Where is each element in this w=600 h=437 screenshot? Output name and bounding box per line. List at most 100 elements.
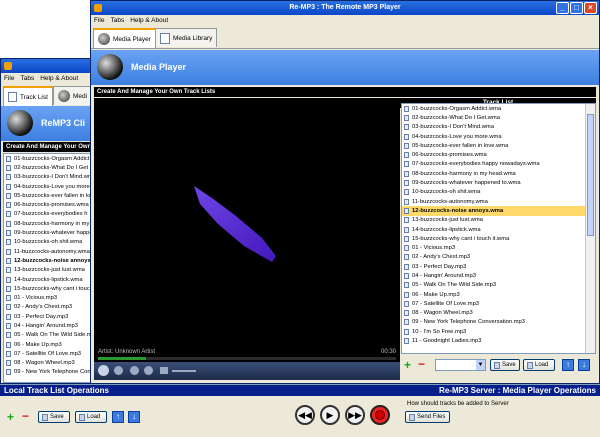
local-load-button[interactable]: Load xyxy=(75,411,107,423)
scrollbar[interactable] xyxy=(585,104,595,353)
artist-label: Artist: Unknown Artist xyxy=(98,349,156,355)
tab-media-library[interactable]: Media Library xyxy=(155,28,218,47)
audio-file-icon xyxy=(6,155,11,162)
menu-help[interactable]: Help & About xyxy=(130,15,168,26)
menu-file[interactable]: File xyxy=(4,73,14,84)
tracklist-dropdown[interactable]: ▼ xyxy=(435,359,486,371)
track-list-item[interactable]: 11-buzzcocks-autonomy.wma xyxy=(402,197,595,206)
track-list-item[interactable]: 10 - I'm So Free.mp3 xyxy=(402,327,595,336)
menu-help[interactable]: Help & About xyxy=(40,73,78,84)
track-list-item[interactable]: 10-buzzcocks-oh shit.wma xyxy=(402,188,595,197)
move-down-button[interactable]: ↓ xyxy=(578,359,590,371)
local-move-up-button[interactable]: ↑ xyxy=(112,411,124,423)
server-prompt: How should tracks be added to Server xyxy=(407,401,509,407)
track-list-item[interactable]: 08 - Wagon Wheel.mp3 xyxy=(402,309,595,318)
stop-icon[interactable] xyxy=(114,366,123,375)
minimize-icon[interactable]: _ xyxy=(556,2,569,14)
play-button[interactable]: ▶ xyxy=(320,405,340,425)
track-list-item[interactable]: 01-buzzcocks-Orgasm Addict.wma xyxy=(402,104,595,113)
audio-file-icon xyxy=(6,350,11,357)
track-name: 01-buzzcocks-Orgasm Addict.wma xyxy=(412,105,502,112)
record-button[interactable] xyxy=(370,405,390,425)
close-icon[interactable]: × xyxy=(584,2,597,14)
volume-icon[interactable] xyxy=(160,367,168,374)
audio-file-icon xyxy=(404,217,409,224)
track-list-item[interactable]: 02-buzzcocks-What Do I Get.wma xyxy=(402,113,595,122)
record-icon xyxy=(375,410,385,420)
track-list-item[interactable]: 05 - Walk On The Wild Side.mp3 xyxy=(402,281,595,290)
remove-track-icon[interactable]: − xyxy=(418,358,425,370)
save-button[interactable]: Save xyxy=(490,359,520,371)
send-files-icon xyxy=(409,413,415,421)
audio-file-icon xyxy=(404,310,409,317)
track-name: 05 - Walk On The Wild Side.mp3 xyxy=(412,282,497,289)
audio-file-icon xyxy=(404,300,409,307)
fast-forward-button[interactable]: ▶▶ xyxy=(345,405,365,425)
track-list-item[interactable]: 04-buzzcocks-Love you more.wma xyxy=(402,132,595,141)
track-list-item[interactable]: 03-buzzcocks-I Don't Mind.wma xyxy=(402,123,595,132)
audio-file-icon xyxy=(404,207,409,214)
audio-file-icon xyxy=(6,322,11,329)
track-list-item[interactable]: 04 - Hangin' Around.mp3 xyxy=(402,271,595,280)
track-list-item[interactable]: 03 - Perfect Day.mp3 xyxy=(402,262,595,271)
audio-file-icon xyxy=(404,245,409,252)
audio-file-icon xyxy=(6,360,11,367)
track-list-item[interactable]: 14-buzzcocks-lipstick.wma xyxy=(402,225,595,234)
send-files-button[interactable]: Send Files xyxy=(405,411,450,423)
audio-file-icon xyxy=(404,254,409,261)
track-list-item[interactable]: 09 - New York Telephone Conversation.mp3 xyxy=(402,318,595,327)
track-list-item[interactable]: 05-buzzcocks-ever fallen in love.wma xyxy=(402,141,595,150)
local-move-down-button[interactable]: ↓ xyxy=(128,411,140,423)
rewind-button[interactable]: ◀◀ xyxy=(295,405,315,425)
local-save-button[interactable]: Save xyxy=(38,411,70,423)
tab-track-list[interactable]: Track List xyxy=(3,86,53,106)
track-name: 02-buzzcocks-What Do I Get xyxy=(14,164,89,171)
player-header-title: Media Player xyxy=(131,62,187,72)
track-list-item[interactable]: 06-buzzcocks-promises.wma xyxy=(402,150,595,159)
player-header: Media Player xyxy=(91,50,599,85)
track-list-item[interactable]: 11 - Goodnight Ladies.mp3 xyxy=(402,336,595,345)
track-name: 10 - I'm So Free.mp3 xyxy=(412,328,467,335)
audio-file-icon xyxy=(404,319,409,326)
scrollbar-thumb[interactable] xyxy=(587,114,594,236)
load-button[interactable]: Load xyxy=(523,359,555,371)
track-list-item[interactable]: 09-buzzcocks-whatever happened to.wma xyxy=(402,178,595,187)
audio-file-icon xyxy=(404,263,409,270)
volume-slider[interactable] xyxy=(172,370,196,372)
track-list-item[interactable]: 07-buzzcocks-everybodies happy nowadays.… xyxy=(402,160,595,169)
track-name: 06 - Make Up.mp3 xyxy=(412,291,460,298)
maximize-icon[interactable]: □ xyxy=(570,2,583,14)
audio-file-icon xyxy=(6,192,11,199)
seek-bar[interactable] xyxy=(98,357,396,360)
player-track-list[interactable]: 01-buzzcocks-Orgasm Addict.wma 02-buzzcoc… xyxy=(401,103,596,354)
track-list-item[interactable]: 06 - Make Up.mp3 xyxy=(402,290,595,299)
track-list-item[interactable]: 02 - Andy's Chest.mp3 xyxy=(402,253,595,262)
track-list-item[interactable]: 15-buzzcocks-why cant i touch it.wma xyxy=(402,234,595,243)
player-titlebar[interactable]: Re-MP3 : The Remote MP3 Player _ □ × xyxy=(91,1,599,15)
prev-icon[interactable] xyxy=(130,366,139,375)
track-name: 05 - Walk On The Wild Side.mp xyxy=(14,332,95,339)
video-area[interactable]: Artist: Unknown Artist 00:30 xyxy=(94,98,400,380)
move-up-button[interactable]: ↑ xyxy=(562,359,574,371)
track-name: 03 - Perfect Day.mp3 xyxy=(14,313,69,320)
add-local-track-icon[interactable]: + xyxy=(7,411,14,423)
add-track-icon[interactable]: + xyxy=(404,359,411,371)
track-list-item[interactable]: 12-buzzcocks-noise annoys.wma xyxy=(402,206,595,216)
tab-media[interactable]: Medi xyxy=(53,86,93,105)
tab-media-player[interactable]: Media Player xyxy=(93,28,156,48)
menu-tabs[interactable]: Tabs xyxy=(110,15,124,26)
track-name: 05-buzzcocks-ever fallen in love.wma xyxy=(412,142,509,149)
track-list-item[interactable]: 07 - Satellite Of Love.mp3 xyxy=(402,299,595,308)
play-icon[interactable] xyxy=(98,365,109,376)
menu-tabs[interactable]: Tabs xyxy=(20,73,34,84)
next-icon[interactable] xyxy=(144,366,153,375)
transport-bar xyxy=(94,362,400,380)
tab-track-list-label: Track List xyxy=(20,93,48,101)
track-list-item[interactable]: 01 - Vicious.mp3 xyxy=(402,243,595,252)
audio-file-icon xyxy=(6,313,11,320)
remove-local-track-icon[interactable]: − xyxy=(22,410,29,422)
track-list-item[interactable]: 13-buzzcocks-just lust.wma xyxy=(402,216,595,225)
menu-file[interactable]: File xyxy=(94,15,104,26)
track-name: 13-buzzcocks-just lust.wma xyxy=(412,217,483,224)
track-list-item[interactable]: 08-buzzcocks-harmony in my head.wma xyxy=(402,169,595,178)
